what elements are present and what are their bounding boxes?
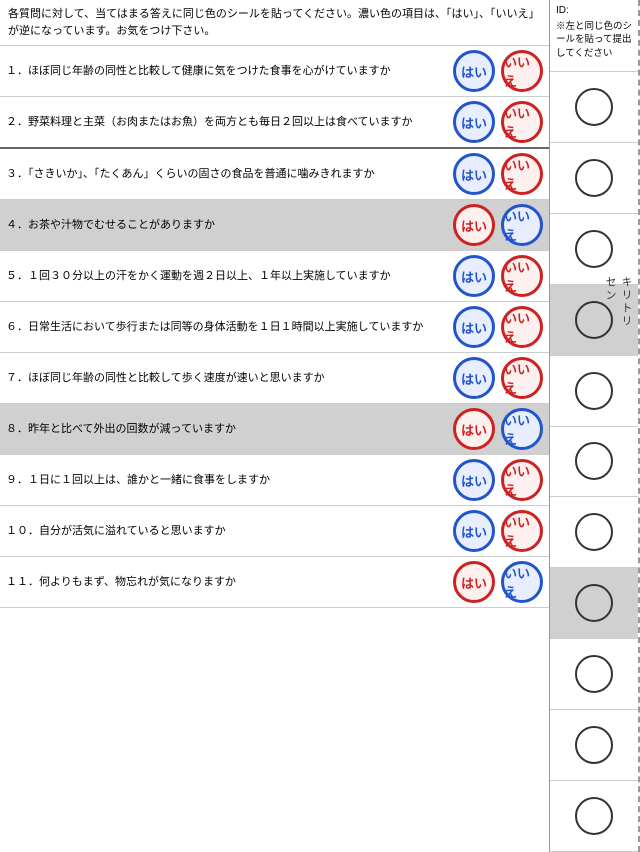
hai-button-6[interactable]: はい <box>453 306 495 348</box>
hai-button-5[interactable]: はい <box>453 255 495 297</box>
question-text-2: ２．野菜料理と主菜（お肉またはお魚）を両方とも毎日２回以上は食べていますか <box>6 114 453 131</box>
iie-button-8[interactable]: いいえ <box>501 408 543 450</box>
answer-buttons-7: はいいいえ <box>453 357 543 399</box>
iie-button-10[interactable]: いいえ <box>501 510 543 552</box>
circle-row-2 <box>550 143 638 214</box>
iie-button-5[interactable]: いいえ <box>501 255 543 297</box>
question-text-7: ７．ほぼ同じ年齢の同性と比較して歩く速度が速いと思いますか <box>6 370 453 387</box>
circle-row-11 <box>550 781 638 852</box>
question-row-7: ７．ほぼ同じ年齢の同性と比較して歩く速度が速いと思いますかはいいいえ <box>0 353 549 404</box>
iie-button-2[interactable]: いいえ <box>501 101 543 143</box>
question-text-11: １１．何よりもまず、物忘れが気になりますか <box>6 574 453 591</box>
sticker-circle-7 <box>575 513 613 551</box>
sticker-circle-1 <box>575 88 613 126</box>
side-panel: ID: ※左と同じ色のシールを貼って提出してください キリトリセン <box>550 0 640 852</box>
hai-button-2[interactable]: はい <box>453 101 495 143</box>
question-text-4: ４．お茶や汁物でむせることがありますか <box>6 217 453 234</box>
question-row-11: １１．何よりもまず、物忘れが気になりますかはいいいえ <box>0 557 549 608</box>
hai-button-3[interactable]: はい <box>453 153 495 195</box>
answer-buttons-5: はいいいえ <box>453 255 543 297</box>
circle-row-10 <box>550 710 638 781</box>
cut-label-text: キリトリセン <box>602 276 634 336</box>
iie-button-4[interactable]: いいえ <box>501 204 543 246</box>
sticker-circle-3 <box>575 230 613 268</box>
circle-row-5 <box>550 356 638 427</box>
sticker-circle-10 <box>575 726 613 764</box>
instruction-content: 各質問に対して、当てはまる答えに同じ色のシールを貼ってください。濃い色の項目は、… <box>8 8 540 37</box>
question-row-2: ２．野菜料理と主菜（お肉またはお魚）を両方とも毎日２回以上は食べていますかはいい… <box>0 97 549 149</box>
question-text-3: ３．「さきいか」、「たくあん」くらいの固さの食品を普通に噛みきれますか <box>6 166 453 183</box>
question-text-1: １．ほぼ同じ年齢の同性と比較して健康に気をつけた食事を心がけていますか <box>6 63 453 80</box>
sticker-circle-5 <box>575 372 613 410</box>
answer-buttons-6: はいいいえ <box>453 306 543 348</box>
iie-button-6[interactable]: いいえ <box>501 306 543 348</box>
main-area: 各質問に対して、当てはまる答えに同じ色のシールを貼ってください。濃い色の項目は、… <box>0 0 550 852</box>
answer-buttons-4: はいいいえ <box>453 204 543 246</box>
answer-buttons-1: はいいいえ <box>453 50 543 92</box>
question-row-3: ３．「さきいか」、「たくあん」くらいの固さの食品を普通に噛みきれますかはいいいえ <box>0 149 549 200</box>
answer-buttons-11: はいいいえ <box>453 561 543 603</box>
hai-button-10[interactable]: はい <box>453 510 495 552</box>
circle-row-1 <box>550 72 638 143</box>
question-row-6: ６．日常生活において歩行または同等の身体活動を１日１時間以上実施していますかはい… <box>0 302 549 353</box>
circle-row-7 <box>550 497 638 568</box>
hai-button-4[interactable]: はい <box>453 204 495 246</box>
answer-buttons-8: はいいいえ <box>453 408 543 450</box>
question-row-9: ９．１日に１回以上は、誰かと一緒に食事をしますかはいいいえ <box>0 455 549 506</box>
answer-buttons-2: はいいいえ <box>453 101 543 143</box>
id-line1: ID: <box>556 4 632 18</box>
sticker-circle-11 <box>575 797 613 835</box>
sticker-circle-8 <box>575 584 613 622</box>
circle-row-6 <box>550 427 638 498</box>
page: 各質問に対して、当てはまる答えに同じ色のシールを貼ってください。濃い色の項目は、… <box>0 0 640 852</box>
instruction-text: 各質問に対して、当てはまる答えに同じ色のシールを貼ってください。濃い色の項目は、… <box>0 0 549 46</box>
question-text-5: ５．１回３０分以上の汗をかく運動を週２日以上、１年以上実施していますか <box>6 268 453 285</box>
answer-buttons-10: はいいいえ <box>453 510 543 552</box>
question-text-9: ９．１日に１回以上は、誰かと一緒に食事をしますか <box>6 472 453 489</box>
sticker-circle-6 <box>575 442 613 480</box>
question-row-1: １．ほぼ同じ年齢の同性と比較して健康に気をつけた食事を心がけていますかはいいいえ <box>0 46 549 97</box>
hai-button-1[interactable]: はい <box>453 50 495 92</box>
hai-button-11[interactable]: はい <box>453 561 495 603</box>
sticker-circle-2 <box>575 159 613 197</box>
id-line2-text: ※左と同じ色のシールを貼って提出してください <box>556 21 632 59</box>
circle-row-3 <box>550 214 638 285</box>
question-row-10: １０．自分が活気に溢れていると思いますかはいいいえ <box>0 506 549 557</box>
question-row-5: ５．１回３０分以上の汗をかく運動を週２日以上、１年以上実施していますかはいいいえ <box>0 251 549 302</box>
cut-label: キリトリセン <box>602 276 636 336</box>
circles-area: キリトリセン <box>550 72 638 852</box>
iie-button-9[interactable]: いいえ <box>501 459 543 501</box>
question-text-8: ８．昨年と比べて外出の回数が減っていますか <box>6 421 453 438</box>
circle-row-8 <box>550 568 638 639</box>
id-line2: ※左と同じ色のシールを貼って提出してください <box>556 20 632 60</box>
answer-buttons-9: はいいいえ <box>453 459 543 501</box>
question-row-8: ８．昨年と比べて外出の回数が減っていますかはいいいえ <box>0 404 549 455</box>
iie-button-3[interactable]: いいえ <box>501 153 543 195</box>
iie-button-11[interactable]: いいえ <box>501 561 543 603</box>
id-header: ID: ※左と同じ色のシールを貼って提出してください <box>550 0 638 72</box>
question-row-4: ４．お茶や汁物でむせることがありますかはいいいえ <box>0 200 549 251</box>
iie-button-7[interactable]: いいえ <box>501 357 543 399</box>
sticker-circle-9 <box>575 655 613 693</box>
answer-buttons-3: はいいいえ <box>453 153 543 195</box>
question-text-10: １０．自分が活気に溢れていると思いますか <box>6 523 453 540</box>
question-text-6: ６．日常生活において歩行または同等の身体活動を１日１時間以上実施していますか <box>6 319 453 336</box>
hai-button-9[interactable]: はい <box>453 459 495 501</box>
hai-button-8[interactable]: はい <box>453 408 495 450</box>
questions-area: １．ほぼ同じ年齢の同性と比較して健康に気をつけた食事を心がけていますかはいいいえ… <box>0 46 549 852</box>
hai-button-7[interactable]: はい <box>453 357 495 399</box>
iie-button-1[interactable]: いいえ <box>501 50 543 92</box>
circle-row-9 <box>550 639 638 710</box>
